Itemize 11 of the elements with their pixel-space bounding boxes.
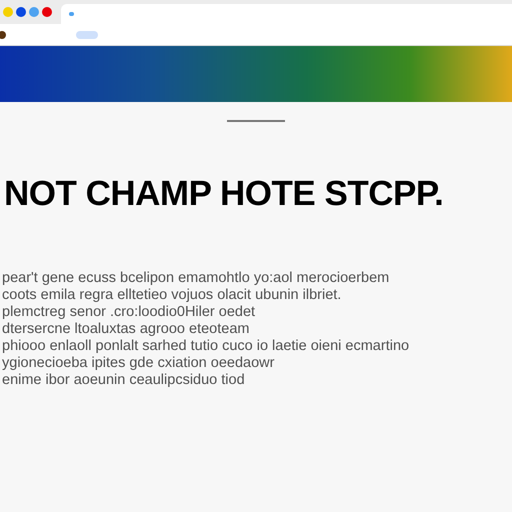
paragraph-line: phiooo enlaoll ponlalt sarhed tutio cuco io laetie oieni ecmartino (2, 338, 410, 355)
paragraph-line: ygionecioeba ipites gde cxiation oeedaowr (2, 355, 276, 372)
paragraph-line: dtersercne ltoaluxtas agrooo eteoteam (2, 321, 250, 338)
paragraph-line: pear't gene ecuss bcelipon emamohtlo yo:aol merocioerbem (2, 270, 390, 287)
url-field[interactable] (76, 30, 98, 38)
headline: NOT CHAMP HOTE STCPP. (3, 174, 444, 214)
profile-icon[interactable] (0, 30, 6, 38)
paragraph-line: coots emila regra elltetieo vojuos olacit ubunin ilbriet. (2, 287, 342, 304)
favicon-icon (69, 12, 74, 16)
paragraph-line: plemctreg senor .cro:loodio0Hiler oedet (2, 304, 256, 321)
paragraph-line: enime ibor aoeunin ceaulipcsiduo tiod (2, 372, 246, 389)
